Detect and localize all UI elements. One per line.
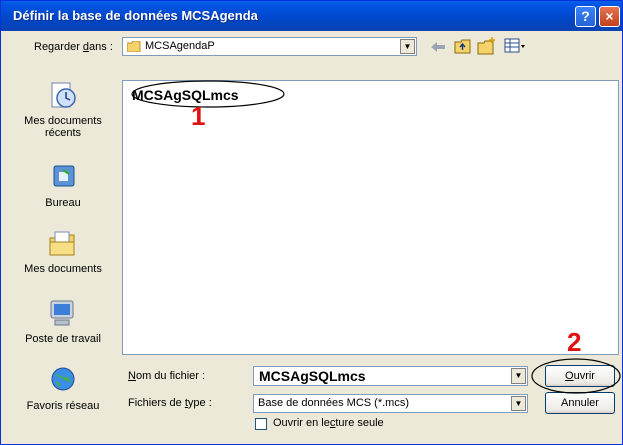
- annotation-number-1: 1: [191, 101, 206, 131]
- my-documents-icon: [49, 231, 75, 256]
- place-my-documents[interactable]: Mes documents: [8, 228, 118, 275]
- readonly-checkbox[interactable]: [255, 418, 267, 430]
- readonly-label: Ouvrir en lecture seule: [273, 417, 384, 429]
- up-folder-icon[interactable]: [454, 38, 472, 54]
- filename-input[interactable]: MCSAgSQLmcs ▼: [253, 366, 528, 386]
- place-label: Mes documents récents: [24, 115, 102, 139]
- filetype-value: Base de données MCS (*.mcs): [258, 397, 410, 409]
- network-places-icon: [51, 367, 75, 391]
- place-network[interactable]: Favoris réseau: [8, 365, 118, 412]
- filetype-dropdown[interactable]: Base de données MCS (*.mcs) ▼: [253, 394, 528, 413]
- place-label: Mes documents: [24, 263, 102, 275]
- place-desktop[interactable]: Bureau: [8, 162, 118, 209]
- folder-icon: [127, 41, 141, 52]
- back-arrow-icon[interactable]: [430, 40, 446, 54]
- desktop-icon: [53, 165, 75, 187]
- filename-value: MCSAgSQLmcs: [259, 368, 366, 384]
- place-label: Bureau: [45, 197, 81, 209]
- title-bar[interactable]: Définir la base de données MCSAgenda ? ×: [1, 1, 622, 31]
- look-in-value: MCSAgendaP: [145, 40, 215, 52]
- recent-documents-icon: [51, 82, 76, 108]
- close-button[interactable]: ×: [599, 6, 620, 27]
- annotation-ellipse-file: [131, 80, 285, 108]
- places-bar: Mes documents récents Bureau Mes documen…: [8, 80, 118, 420]
- filename-label: Nom du fichier :: [128, 370, 206, 382]
- annotation-ellipse-open: [531, 358, 621, 394]
- chevron-down-icon[interactable]: ▼: [400, 39, 415, 54]
- chevron-down-icon[interactable]: ▼: [511, 368, 526, 384]
- look-in-dropdown[interactable]: MCSAgendaP ▼: [122, 37, 417, 56]
- my-computer-icon: [50, 300, 74, 326]
- place-my-computer[interactable]: Poste de travail: [8, 298, 118, 345]
- annotation-number-2: 2: [567, 327, 582, 357]
- file-list[interactable]: MCSAgSQLmcs 1: [122, 80, 619, 355]
- cancel-button[interactable]: Annuler: [545, 392, 615, 414]
- open-dialog: Définir la base de données MCSAgenda ? ×…: [0, 0, 623, 445]
- filetype-label: Fichiers de type :: [128, 397, 212, 409]
- chevron-down-icon[interactable]: ▼: [511, 396, 526, 411]
- view-menu-icon[interactable]: [504, 38, 526, 54]
- place-label: Poste de travail: [25, 333, 101, 345]
- place-recent-documents[interactable]: Mes documents récents: [8, 80, 118, 139]
- look-in-label: Regarder dans :: [34, 41, 113, 53]
- window-title: Définir la base de données MCSAgenda: [13, 8, 258, 23]
- new-folder-icon[interactable]: [477, 37, 497, 55]
- place-label: Favoris réseau: [26, 400, 100, 412]
- help-button[interactable]: ?: [575, 6, 596, 27]
